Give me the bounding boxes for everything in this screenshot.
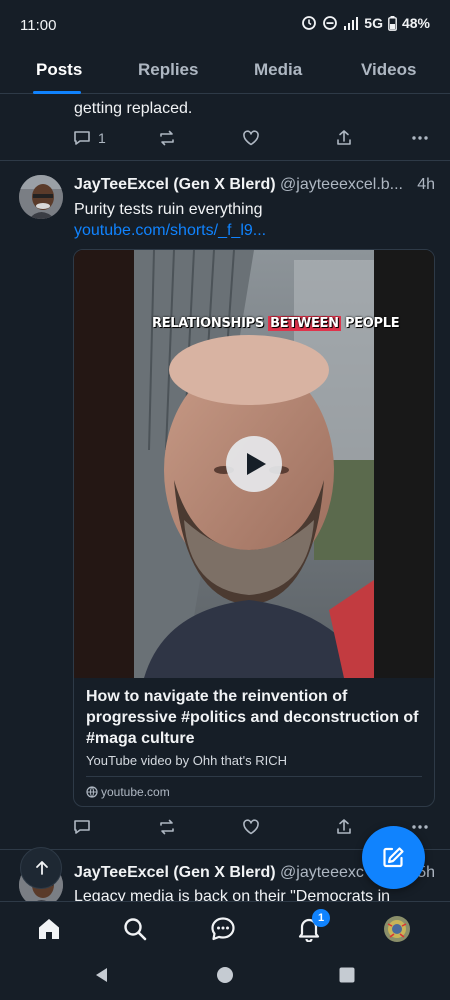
home-icon: [39, 919, 59, 939]
like-button[interactable]: [241, 128, 261, 148]
search-icon: [124, 918, 147, 941]
bottom-nav: 1: [0, 901, 450, 957]
share-icon: [337, 819, 351, 834]
signal-icon: [344, 17, 359, 30]
android-system-nav: [0, 957, 450, 1000]
video-title: How to navigate the reinvention of progr…: [86, 688, 419, 747]
previous-post-actions: 1: [72, 128, 438, 152]
post-link[interactable]: youtube.com/shorts/_f_l9...: [74, 222, 266, 239]
like-icon: [243, 819, 259, 835]
video-caption-highlight: BETWEEN: [268, 316, 341, 331]
profile-tabs: Posts Replies Media Videos: [0, 50, 450, 94]
status-bar: 11:00 5G 48%: [0, 0, 450, 50]
more-button[interactable]: [410, 128, 430, 148]
nav-profile[interactable]: [383, 915, 411, 948]
system-back-button[interactable]: [93, 966, 111, 989]
previous-post-text-line: getting replaced.: [74, 100, 193, 117]
reply-count: 1: [98, 130, 106, 146]
arrow-up-icon: [36, 861, 48, 875]
globe-icon: [86, 786, 98, 798]
more-icon: [412, 136, 428, 140]
post-time: 4h: [413, 176, 435, 194]
author-handle[interactable]: @jayteeexc: [280, 864, 364, 881]
tab-posts[interactable]: Posts: [36, 60, 82, 80]
repost-button[interactable]: [157, 128, 177, 148]
repost-icon: [160, 130, 174, 146]
tab-videos[interactable]: Videos: [361, 60, 416, 80]
profile-avatar: [384, 916, 410, 942]
reply-icon: [74, 131, 90, 145]
video-domain-text: youtube.com: [101, 785, 170, 799]
scroll-to-top-button[interactable]: [20, 847, 62, 889]
reply-icon: [74, 820, 90, 834]
video-description: YouTube video by Ohh that's RICH: [86, 753, 287, 768]
status-icons: 5G 48%: [301, 15, 430, 31]
author-handle[interactable]: @jayteeexcel.b...: [280, 176, 403, 193]
recents-square-icon: [339, 967, 355, 983]
video-domain: youtube.com: [86, 785, 170, 799]
like-button[interactable]: [241, 817, 261, 837]
nav-chat[interactable]: [210, 916, 236, 947]
chat-icon: [211, 917, 235, 941]
author-name[interactable]: JayTeeExcel (Gen X Blerd): [74, 864, 276, 881]
like-icon: [243, 130, 259, 146]
nav-search[interactable]: [122, 916, 148, 947]
status-time: 11:00: [20, 17, 57, 34]
network-type: 5G: [364, 15, 383, 31]
tab-media[interactable]: Media: [254, 60, 302, 80]
video-caption: RELATIONSHIPS BETWEEN PEOPLE: [152, 316, 400, 331]
video-caption-part1: RELATIONSHIPS: [152, 316, 269, 331]
play-icon: [247, 453, 266, 475]
alarm-icon: [302, 16, 317, 30]
video-thumbnail[interactable]: RELATIONSHIPS BETWEEN PEOPLE: [74, 250, 434, 678]
video-embed-card[interactable]: RELATIONSHIPS BETWEEN PEOPLE How to navi…: [73, 249, 435, 807]
back-triangle-icon: [96, 968, 107, 982]
nav-notifications[interactable]: 1: [296, 909, 330, 947]
post-text[interactable]: Purity tests ruin everything youtube.com…: [74, 199, 424, 241]
reply-button[interactable]: [72, 817, 92, 837]
avatar-image: [19, 175, 63, 219]
tab-replies[interactable]: Replies: [138, 60, 198, 80]
post-text-body: Purity tests ruin everything: [74, 201, 263, 218]
repost-button[interactable]: [157, 817, 177, 837]
author-name[interactable]: JayTeeExcel (Gen X Blerd): [74, 176, 276, 193]
system-recents-button[interactable]: [339, 967, 355, 988]
embed-divider: [86, 776, 422, 777]
notification-badge: 1: [312, 909, 330, 927]
repost-icon: [160, 819, 174, 835]
share-button[interactable]: [334, 817, 354, 837]
nav-home[interactable]: [36, 916, 62, 947]
avatar[interactable]: [19, 175, 63, 219]
reply-button[interactable]: 1: [72, 128, 106, 148]
compose-icon: [383, 847, 404, 868]
share-icon: [337, 130, 351, 145]
compose-button[interactable]: [362, 826, 425, 889]
previous-post-text[interactable]: getting replaced.: [74, 90, 444, 120]
home-circle-icon: [217, 967, 233, 983]
system-home-button[interactable]: [216, 966, 234, 989]
play-button[interactable]: [226, 436, 282, 492]
video-caption-part2: PEOPLE: [340, 316, 400, 331]
post-header: JayTeeExcel (Gen X Blerd) @jayteeexcel.b…: [74, 176, 438, 194]
battery-icon: [388, 15, 397, 31]
dnd-icon: [323, 16, 338, 30]
share-button[interactable]: [334, 128, 354, 148]
post-divider: [0, 160, 450, 161]
battery-percent: 48%: [401, 15, 430, 31]
